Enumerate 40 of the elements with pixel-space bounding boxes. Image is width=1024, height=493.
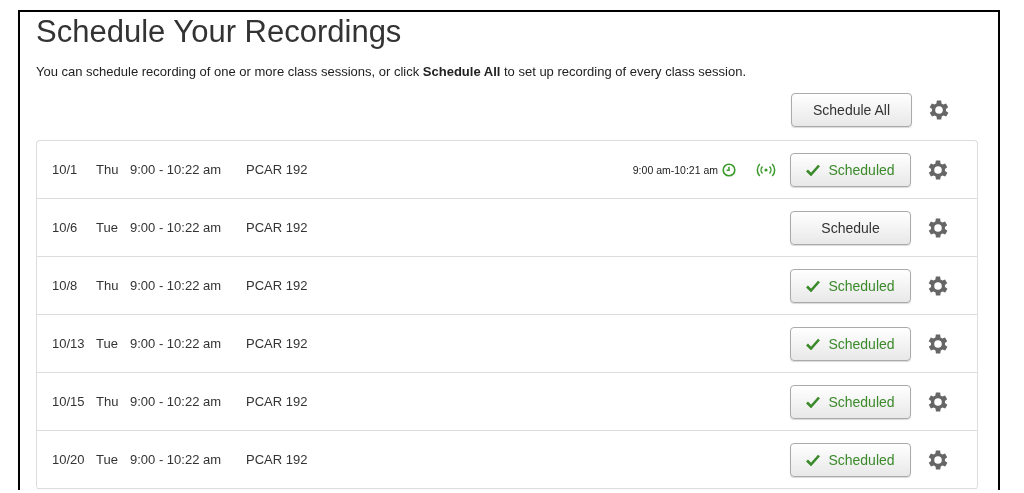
session-day: Tue <box>96 336 116 351</box>
session-date: 10/13 <box>52 336 82 351</box>
schedule-button[interactable]: Schedule <box>790 210 911 245</box>
session-date: 10/15 <box>52 394 82 409</box>
session-time: 9:00 - 10:22 am <box>130 162 223 177</box>
schedule-button[interactable]: Scheduled <box>790 326 911 361</box>
session-room: PCAR 192 <box>246 220 308 235</box>
session-time: 9:00 - 10:22 am <box>130 452 223 467</box>
checkmark-icon <box>806 163 821 176</box>
schedule-all-button[interactable]: Schedule All <box>791 93 912 127</box>
session-time: 9:00 - 10:22 am <box>130 220 223 235</box>
session-date: 10/8 <box>52 278 79 293</box>
schedule-button[interactable]: Scheduled <box>790 268 911 303</box>
recording-time: 9:00 am-10:21 am <box>632 163 718 176</box>
session-date: 10/1 <box>52 162 79 177</box>
session-day: Tue <box>96 452 116 467</box>
session-room: PCAR 192 <box>246 278 308 293</box>
session-date: 10/6 <box>52 220 79 235</box>
clock-icon <box>722 162 736 177</box>
session-room: PCAR 192 <box>246 452 308 467</box>
session-date: 10/20 <box>52 452 82 467</box>
checkmark-icon <box>806 453 821 466</box>
checkmark-icon <box>806 337 821 350</box>
session-time: 9:00 - 10:22 am <box>130 394 223 409</box>
session-room: PCAR 192 <box>246 336 308 351</box>
session-day: Thu <box>96 394 116 409</box>
session-day: Thu <box>96 278 116 293</box>
session-time: 9:00 - 10:22 am <box>130 336 223 351</box>
session-day: Thu <box>96 162 116 177</box>
session-day: Tue <box>96 220 116 235</box>
session-room: PCAR 192 <box>246 394 308 409</box>
schedule-button[interactable]: Scheduled <box>790 384 911 419</box>
checkmark-icon <box>806 395 821 408</box>
page-title: Schedule Your Recordings <box>36 14 403 50</box>
session-room: PCAR 192 <box>246 162 308 177</box>
checkmark-icon <box>806 279 821 292</box>
schedule-button[interactable]: Scheduled <box>790 442 911 477</box>
session-time: 9:00 - 10:22 am <box>130 278 223 293</box>
schedule-button[interactable]: Scheduled <box>790 152 911 187</box>
intro-text: You can schedule recording of one or more class sessions, or click Schedule All to set up recording of every class session. <box>36 64 748 79</box>
